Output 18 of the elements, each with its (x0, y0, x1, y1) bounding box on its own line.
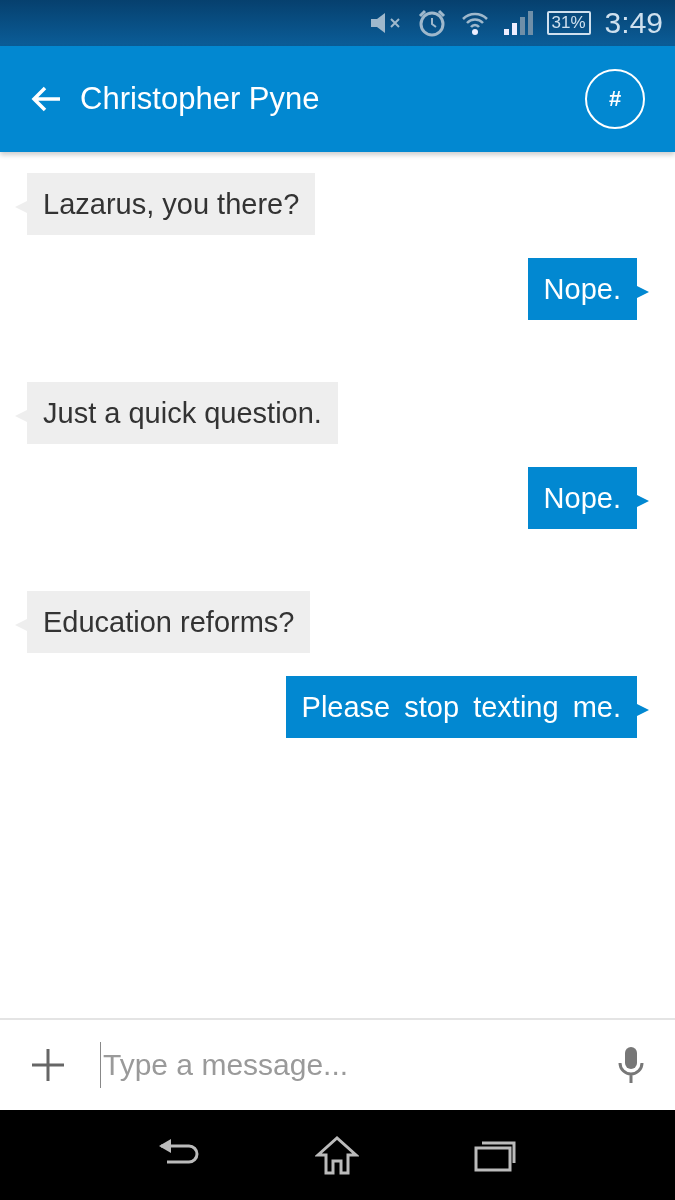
contact-name: Christopher Pyne (80, 81, 321, 117)
battery-level: 31% (546, 11, 591, 35)
message-bubble: Nope. (527, 467, 649, 529)
message-bubble: Just a quick question. (15, 382, 338, 444)
message-bubble: Nope. (527, 258, 649, 320)
microphone-icon[interactable] (617, 1046, 645, 1084)
back-arrow-icon[interactable] (30, 85, 62, 113)
message-bubble: Please stop texting me. (285, 676, 649, 738)
home-icon[interactable] (315, 1135, 360, 1175)
add-icon[interactable] (30, 1047, 66, 1083)
mute-icon (368, 11, 403, 35)
hash-button[interactable]: # (585, 69, 645, 129)
wifi-icon (460, 10, 489, 36)
message-bubble: Lazarus, you there? (15, 173, 316, 235)
clock-time: 3:49 (604, 6, 663, 40)
alarm-clock-icon (416, 8, 447, 38)
message-bubble: Education reforms? (15, 591, 311, 653)
signal-icon (502, 10, 533, 36)
